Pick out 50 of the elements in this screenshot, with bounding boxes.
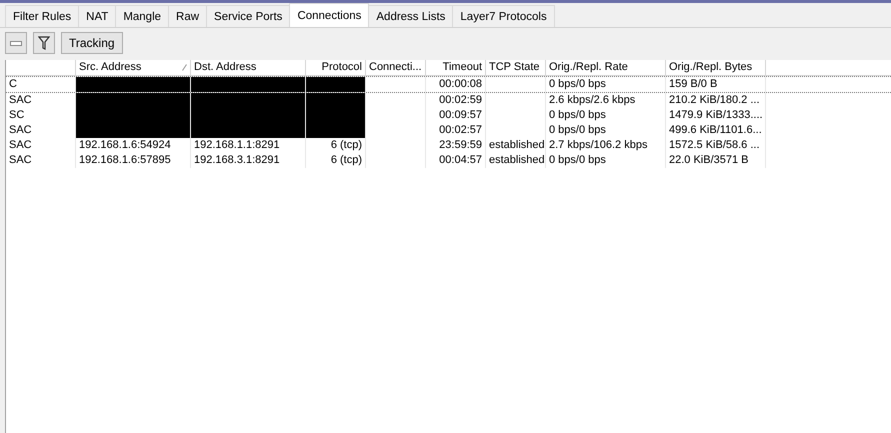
tracking-button[interactable]: Tracking	[61, 32, 123, 54]
table-cell: 192.168.1.6:57895	[76, 153, 191, 168]
column-header[interactable]: Connecti...	[366, 60, 426, 75]
column-header[interactable]: Orig./Repl. Bytes	[666, 60, 766, 75]
table-cell: 22.0 KiB/3571 B	[666, 153, 766, 168]
table-row[interactable]: SC 00:09:57 0 bps/0 bps 1479.9 KiB/1333....	[6, 108, 891, 123]
table-row[interactable]: SAC 192.168.1.6:54924 192.168.1.1:8291 6 (tcp) 23:59:59 established 2.7 kbps/106.2 kbps 1572.5 KiB/58.6 ...	[6, 138, 891, 153]
table-cell: 159 B/0 B	[666, 77, 766, 92]
table-cell: 192.168.1.1:8291	[191, 138, 306, 153]
table-cell: 499.6 KiB/1101.6...	[666, 123, 766, 138]
table-row[interactable]: SAC 00:02:57 0 bps/0 bps 499.6 KiB/1101.6...	[6, 123, 891, 138]
table-cell: 1479.9 KiB/1333....	[666, 108, 766, 123]
table-cell: 210.2 KiB/180.2 ...	[666, 93, 766, 108]
tab[interactable]: Filter Rules	[5, 5, 80, 27]
column-header[interactable]: Dst. Address	[191, 60, 306, 75]
filter-button[interactable]	[33, 32, 55, 54]
table-cell: 00:09:57	[426, 108, 486, 123]
table-cell: 00:00:08	[426, 77, 486, 92]
table-cell: 0 bps/0 bps	[546, 153, 666, 168]
table-row[interactable]: SAC 00:02:59 2.6 kbps/2.6 kbps 210.2 KiB/180.2 ...	[6, 93, 891, 108]
table-row[interactable]: SAC 192.168.1.6:57895 192.168.3.1:8291 6 (tcp) 00:04:57 established 0 bps/0 bps 22.0 KiB/3571 B	[6, 153, 891, 168]
filter-icon	[38, 36, 50, 50]
tab[interactable]: Connections	[289, 3, 370, 27]
table-cell: 2.7 kbps/106.2 kbps	[546, 138, 666, 153]
table-cell: 23:59:59	[426, 138, 486, 153]
column-header[interactable]: Orig./Repl. Rate	[546, 60, 666, 75]
column-header[interactable]: Protocol	[306, 60, 366, 75]
table-cell: 6 (tcp)	[306, 153, 366, 168]
table-row[interactable]: C 00:00:08 0 bps/0 bps 159 B/0 B	[6, 76, 891, 93]
table-cell: 192.168.3.1:8291	[191, 153, 306, 168]
column-header[interactable]: TCP State	[486, 60, 546, 75]
table-cell: 0 bps/0 bps	[546, 77, 666, 92]
tab[interactable]: Layer7 Protocols	[452, 5, 555, 27]
table-cell: 2.6 kbps/2.6 kbps	[546, 93, 666, 108]
table-cell: 0 bps/0 bps	[546, 123, 666, 138]
column-header[interactable]: Timeout	[426, 60, 486, 75]
table-cell: 6 (tcp)	[306, 138, 366, 153]
table-cell: established	[486, 138, 546, 153]
table-cell: established	[486, 153, 546, 168]
table-cell: 1572.5 KiB/58.6 ...	[666, 138, 766, 153]
table-cell: 0 bps/0 bps	[546, 108, 666, 123]
table-cell: SAC	[6, 138, 76, 153]
table-cell: SAC	[6, 153, 76, 168]
table-cell: 00:02:57	[426, 123, 486, 138]
table-cell: 00:02:59	[426, 93, 486, 108]
remove-button[interactable]	[5, 32, 27, 54]
minus-icon	[10, 40, 22, 46]
table-cell: 00:04:57	[426, 153, 486, 168]
column-header[interactable]: Src. Address	[76, 60, 191, 75]
table-cell: 192.168.1.6:54924	[76, 138, 191, 153]
